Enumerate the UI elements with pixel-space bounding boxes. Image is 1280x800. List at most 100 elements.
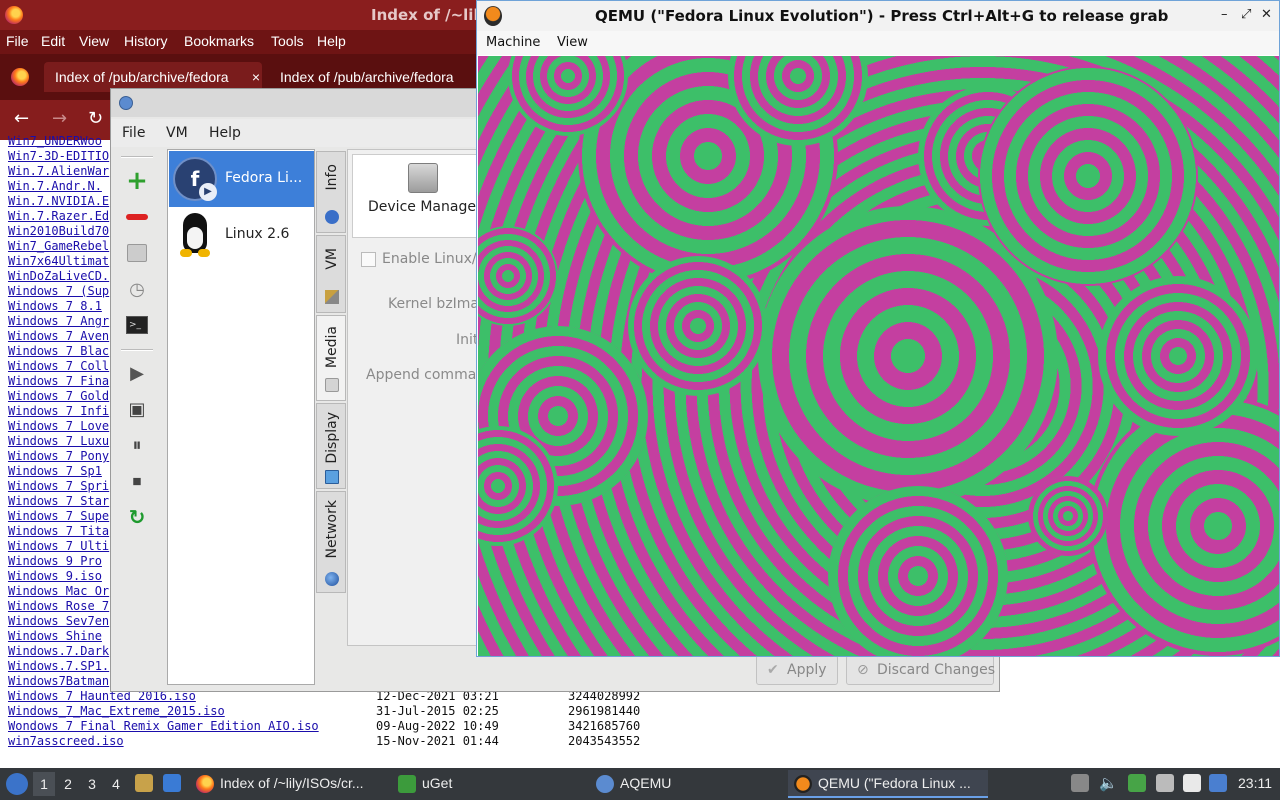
- pause-icon[interactable]: ⏸: [125, 433, 149, 457]
- file-link[interactable]: Wondows 7 Final Remix Gamer Edition AIO.…: [8, 719, 319, 733]
- file-link[interactable]: Windows 7 Tita: [8, 524, 109, 538]
- task-firefox[interactable]: Index of /~lily/ISOs/cr...: [190, 770, 390, 798]
- aq-menu-vm[interactable]: VM: [166, 125, 188, 141]
- discard-changes-button[interactable]: ⊘ Discard Changes: [846, 655, 995, 685]
- clock-icon[interactable]: ◷: [125, 277, 149, 301]
- back-button[interactable]: ←: [14, 108, 29, 129]
- workspace-1[interactable]: 1: [33, 772, 55, 796]
- save-state-icon[interactable]: ▣: [125, 397, 149, 421]
- stop-icon[interactable]: ⏹: [125, 469, 149, 493]
- maximize-icon[interactable]: ⤢: [1241, 7, 1251, 22]
- file-link[interactable]: Windows 7 8.1: [8, 299, 102, 313]
- add-vm-icon[interactable]: +: [125, 166, 149, 196]
- menu-help[interactable]: Help: [317, 33, 346, 49]
- file-link[interactable]: Win.7.Andr.N.: [8, 179, 102, 193]
- tab-network[interactable]: Network: [316, 491, 346, 593]
- file-link[interactable]: Win7_UNDERWoo: [8, 134, 102, 148]
- file-link[interactable]: Win.7.NVIDIA.E: [8, 194, 109, 208]
- file-link[interactable]: Windows 7 Blac: [8, 344, 109, 358]
- remove-vm-icon[interactable]: [125, 205, 149, 229]
- task-qemu[interactable]: QEMU ("Fedora Linux ...: [788, 770, 988, 798]
- file-link[interactable]: Windows 7 Ulti: [8, 539, 109, 553]
- notes-icon[interactable]: [1183, 774, 1201, 792]
- file-link[interactable]: Windows 9.iso: [8, 569, 102, 583]
- tab-media[interactable]: Media: [316, 315, 346, 401]
- file-link[interactable]: Win.7.AlienWar: [8, 164, 109, 178]
- file-link[interactable]: win7asscreed.iso: [8, 734, 124, 748]
- vm-item-linux[interactable]: Linux 2.6: [169, 207, 314, 263]
- qemu-menu-machine[interactable]: Machine: [486, 35, 540, 50]
- file-link[interactable]: Win7-3D-EDITIO: [8, 149, 109, 163]
- volume-icon[interactable]: 🔈: [1099, 774, 1118, 792]
- file-link[interactable]: Windows 7 Spri: [8, 479, 109, 493]
- file-manager-icon[interactable]: [135, 774, 153, 792]
- vm-item-fedora[interactable]: f ▶ Fedora Li...: [169, 151, 314, 207]
- file-link[interactable]: Windows 7 Sp1: [8, 464, 102, 478]
- enable-linux-boot-checkbox[interactable]: [361, 252, 376, 267]
- file-link[interactable]: Win.7.Razer.Ed: [8, 209, 109, 223]
- list-item: Windows_7_Mac_Extreme_2015.iso 31-Jul-201…: [8, 704, 640, 719]
- file-link[interactable]: Windows.7.SP1.: [8, 659, 109, 673]
- save-vm-icon[interactable]: [125, 241, 149, 265]
- file-link[interactable]: Windows Sev7en: [8, 614, 109, 628]
- file-link[interactable]: Windows 7 Aven: [8, 329, 109, 343]
- file-link[interactable]: Windows_7_Mac_Extreme_2015.iso: [8, 704, 225, 718]
- file-link[interactable]: Windows 7 (Sup: [8, 284, 109, 298]
- menu-history[interactable]: History: [124, 33, 168, 49]
- file-link[interactable]: Windows Mac Or: [8, 584, 109, 598]
- file-link[interactable]: Windows Shine: [8, 629, 102, 643]
- file-link[interactable]: Windows 7 Luxu: [8, 434, 109, 448]
- tab-vm[interactable]: VM: [316, 235, 346, 313]
- file-link[interactable]: Windows 7 Gold: [8, 389, 109, 403]
- file-link[interactable]: Windows7Batman: [8, 674, 109, 688]
- notification-icon[interactable]: [1209, 774, 1227, 792]
- file-link[interactable]: Windows 7 Infi: [8, 404, 109, 418]
- list-item: Windows 7 Fina: [8, 374, 109, 389]
- file-link[interactable]: Windows 7 Star: [8, 494, 109, 508]
- uget-tray-icon[interactable]: [1128, 774, 1146, 792]
- task-uget[interactable]: uGet: [392, 770, 588, 798]
- file-link[interactable]: Windows 7 Coll: [8, 359, 109, 373]
- file-link[interactable]: Win7_GameRebel: [8, 239, 109, 253]
- menu-tools[interactable]: Tools: [271, 33, 304, 49]
- device-manager-button[interactable]: Device Manager: [352, 154, 492, 238]
- clipboard-icon[interactable]: [1071, 774, 1089, 792]
- file-link[interactable]: Windows 7 Angr: [8, 314, 109, 328]
- workspace-4[interactable]: 4: [105, 772, 127, 796]
- task-aqemu[interactable]: AQEMU: [590, 770, 786, 798]
- start-menu-icon[interactable]: [6, 773, 28, 795]
- file-link[interactable]: Windows 7 Love: [8, 419, 109, 433]
- firefox-view-icon[interactable]: [11, 68, 29, 86]
- file-link[interactable]: Win2010Build70: [8, 224, 109, 238]
- menu-bookmarks[interactable]: Bookmarks: [184, 33, 254, 49]
- file-link[interactable]: Win7x64Ultimat: [8, 254, 109, 268]
- forward-button[interactable]: →: [52, 108, 67, 129]
- tab-info[interactable]: Info: [316, 151, 346, 233]
- start-icon[interactable]: ▶: [125, 361, 149, 385]
- aq-menu-help[interactable]: Help: [209, 125, 241, 141]
- menu-edit[interactable]: Edit: [41, 33, 65, 49]
- minimize-icon[interactable]: –: [1221, 7, 1228, 22]
- workspace-3[interactable]: 3: [81, 772, 103, 796]
- menu-file[interactable]: File: [6, 33, 29, 49]
- vm-display[interactable]: [478, 56, 1279, 656]
- apply-button[interactable]: ✔ Apply: [756, 655, 838, 685]
- file-link[interactable]: Windows 9 Pro: [8, 554, 102, 568]
- terminal-icon[interactable]: >_: [125, 313, 149, 337]
- file-link[interactable]: WinDoZaLiveCD.: [8, 269, 109, 283]
- workspace-2[interactable]: 2: [57, 772, 79, 796]
- qemu-menu-view[interactable]: View: [557, 35, 588, 50]
- reload-button[interactable]: ↻: [88, 108, 103, 129]
- file-link[interactable]: Windows Rose 7: [8, 599, 109, 613]
- network-icon[interactable]: [1156, 774, 1174, 792]
- file-link[interactable]: Windows 7 Supe: [8, 509, 109, 523]
- file-link[interactable]: Windows.7.Dark: [8, 644, 109, 658]
- menu-view[interactable]: View: [79, 33, 109, 49]
- file-link[interactable]: Windows 7 Pony: [8, 449, 109, 463]
- tab-display[interactable]: Display: [316, 403, 346, 489]
- aq-menu-file[interactable]: File: [122, 125, 145, 141]
- show-desktop-icon[interactable]: [163, 774, 181, 792]
- reset-icon[interactable]: ↻: [125, 505, 149, 529]
- file-link[interactable]: Windows 7 Fina: [8, 374, 109, 388]
- close-icon[interactable]: ✕: [1261, 7, 1272, 22]
